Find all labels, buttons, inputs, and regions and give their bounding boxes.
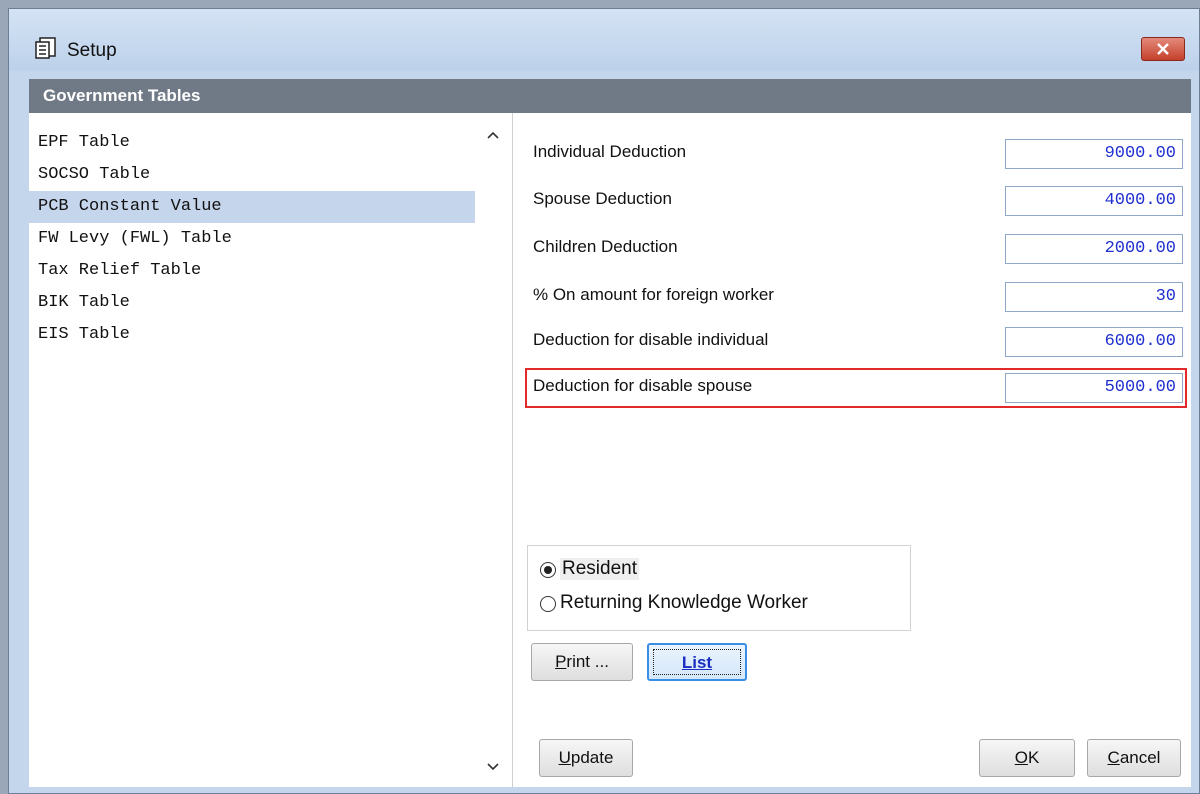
- list-items: EPF Table SOCSO Table PCB Constant Value…: [29, 127, 475, 351]
- foreign-worker-percent-input[interactable]: 30: [1005, 282, 1183, 312]
- cancel-button[interactable]: Cancel: [1087, 739, 1181, 777]
- print-button[interactable]: Print ...: [531, 643, 633, 681]
- dialog-body: EPF Table SOCSO Table PCB Constant Value…: [29, 113, 1191, 787]
- children-deduction-label: Children Deduction: [533, 237, 678, 256]
- title-bar: Setup: [9, 9, 1199, 71]
- setup-app-icon: [35, 37, 56, 59]
- list-item-pcb-constant-value[interactable]: PCB Constant Value: [29, 191, 475, 223]
- highlight-annotation: [525, 368, 1187, 408]
- field-row-spouse-deduction: Spouse Deduction 4000.00: [513, 181, 1191, 221]
- disable-individual-input[interactable]: 6000.00: [1005, 327, 1183, 357]
- list-item-tax-relief[interactable]: Tax Relief Table: [29, 255, 475, 287]
- setup-window: Setup Government Tables EPF Table SOCSO …: [8, 8, 1200, 794]
- worker-type-radio-group: Resident Returning Knowledge Worker: [527, 545, 911, 631]
- field-row-children-deduction: Children Deduction 2000.00: [513, 229, 1191, 269]
- list-item-fw-levy[interactable]: FW Levy (FWL) Table: [29, 223, 475, 255]
- foreign-worker-percent-label: % On amount for foreign worker: [533, 285, 774, 304]
- list-button-label: List: [681, 653, 713, 672]
- field-row-disable-individual: Deduction for disable individual 6000.00: [513, 322, 1191, 362]
- close-button[interactable]: [1141, 37, 1185, 61]
- individual-deduction-label: Individual Deduction: [533, 142, 687, 161]
- radio-unchecked-icon: [540, 596, 556, 612]
- individual-deduction-input[interactable]: 9000.00: [1005, 139, 1183, 169]
- update-button[interactable]: Update: [539, 739, 633, 777]
- close-icon: [1157, 43, 1169, 55]
- spouse-deduction-label: Spouse Deduction: [533, 189, 672, 208]
- list-item-socso[interactable]: SOCSO Table: [29, 159, 475, 191]
- scroll-up-button[interactable]: [483, 127, 503, 147]
- disable-individual-label: Deduction for disable individual: [533, 330, 769, 349]
- list-item-eis[interactable]: EIS Table: [29, 319, 475, 351]
- chevron-up-icon: [487, 131, 499, 139]
- field-row-foreign-worker-percent: % On amount for foreign worker 30: [513, 277, 1191, 317]
- field-row-individual-deduction: Individual Deduction 9000.00: [513, 134, 1191, 174]
- radio-resident-label: Resident: [560, 558, 639, 580]
- ok-button[interactable]: OK: [979, 739, 1075, 777]
- list-item-bik[interactable]: BIK Table: [29, 287, 475, 319]
- radio-checked-icon: [540, 562, 556, 578]
- children-deduction-input[interactable]: 2000.00: [1005, 234, 1183, 264]
- radio-returning-knowledge-worker-label: Returning Knowledge Worker: [560, 592, 808, 613]
- chevron-down-icon: [487, 763, 499, 771]
- government-tables-list[interactable]: EPF Table SOCSO Table PCB Constant Value…: [29, 113, 513, 787]
- spouse-deduction-input[interactable]: 4000.00: [1005, 186, 1183, 216]
- list-button[interactable]: List: [647, 643, 747, 681]
- list-item-epf[interactable]: EPF Table: [29, 127, 475, 159]
- window-title: Setup: [67, 40, 117, 61]
- section-header: Government Tables: [29, 79, 1191, 113]
- scroll-down-button[interactable]: [483, 759, 503, 779]
- pcb-constant-panel: Individual Deduction 9000.00 Spouse Dedu…: [513, 113, 1191, 787]
